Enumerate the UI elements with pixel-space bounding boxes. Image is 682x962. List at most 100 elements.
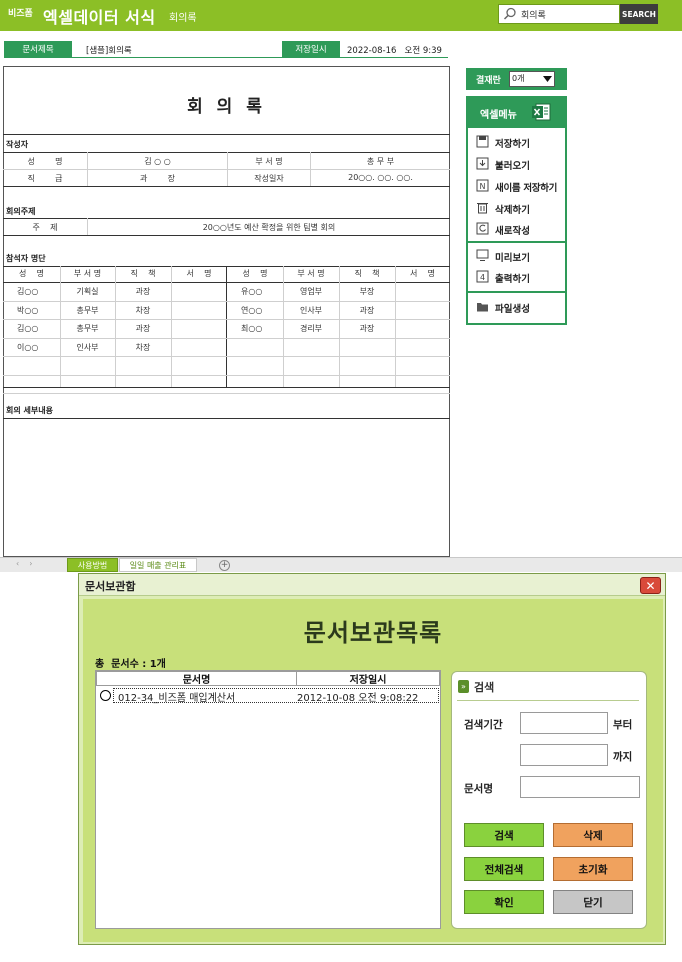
dialog-titlebar bbox=[79, 574, 665, 596]
save-as-icon: N bbox=[476, 179, 489, 192]
author-table-bottom bbox=[3, 186, 450, 187]
attendee-row-line bbox=[3, 375, 450, 376]
author-dept-label: 부 서 명 bbox=[255, 157, 283, 166]
search-button[interactable]: 검색 bbox=[464, 823, 544, 847]
svg-text:4: 4 bbox=[480, 273, 485, 282]
attendee-cell: 김○○ bbox=[17, 287, 39, 296]
dialog-heading: 문서보관목록 bbox=[303, 619, 443, 647]
attendee-col-line bbox=[395, 266, 396, 387]
author-rank-label: 직 급 bbox=[27, 174, 63, 183]
menu-new-label: 새로작성 bbox=[495, 226, 530, 237]
attendee-cell: 유○○ bbox=[241, 287, 263, 296]
period-from-input[interactable] bbox=[520, 712, 608, 734]
author-name-value: 김 ○ ○ bbox=[144, 157, 171, 166]
attendee-cell: 총무부 bbox=[76, 306, 99, 315]
attendees-table-bottom bbox=[3, 387, 450, 388]
sheet-tab-usage[interactable]: 사용방법 bbox=[67, 558, 118, 572]
attendee-header-cell: 서 명 bbox=[410, 269, 435, 278]
dialog-title: 문서보관함 bbox=[85, 580, 136, 593]
doc-subtitle: 회의록 bbox=[169, 13, 197, 24]
attendee-row-line bbox=[3, 319, 450, 320]
author-date-value: 20○○. ○○. ○○. bbox=[348, 173, 413, 182]
attendees-section-title: 참석자 명단 bbox=[6, 254, 46, 263]
document-heading: 회 의 록 bbox=[187, 97, 266, 117]
list-item-saved: 2012-10-08 오전 9:08:22 bbox=[297, 693, 419, 704]
period-label: 검색기간 bbox=[464, 719, 503, 731]
attendee-header-cell: 부 서 명 bbox=[297, 269, 325, 278]
preview-icon bbox=[476, 249, 489, 261]
add-sheet-icon[interactable]: + bbox=[219, 560, 230, 571]
attendee-cell: 김○○ bbox=[17, 324, 39, 333]
app-title: 엑셀데이터 서식 bbox=[43, 8, 156, 27]
period-to-suffix: 까지 bbox=[613, 751, 633, 763]
attendee-row-line bbox=[3, 393, 450, 394]
search-input-value: 회의록 bbox=[521, 11, 546, 21]
sheet-tab-scroll-arrows[interactable]: ‹› bbox=[16, 559, 42, 568]
sheet-tab-daily-sales[interactable]: 일일 매출 관리표 bbox=[119, 558, 197, 572]
details-section-title: 회의 세부내용 bbox=[6, 406, 53, 415]
close-button[interactable]: 닫기 bbox=[553, 890, 633, 914]
doc-title-value: [샘플]회의록 bbox=[86, 46, 132, 56]
folder-icon bbox=[477, 303, 488, 312]
saved-date-label: 저장일시 bbox=[282, 41, 340, 57]
confirm-button[interactable]: 확인 bbox=[464, 890, 544, 914]
attendee-cell: 인사부 bbox=[299, 306, 323, 315]
list-header-name[interactable]: 문서명 bbox=[96, 671, 297, 686]
attendee-cell: 과장 bbox=[359, 324, 375, 333]
trash-icon bbox=[477, 203, 488, 214]
delete-button[interactable]: 삭제 bbox=[553, 823, 633, 847]
attendee-cell: 총무부 bbox=[76, 324, 99, 333]
doc-name-label: 문서명 bbox=[464, 783, 493, 795]
attendee-cell: 최○○ bbox=[241, 324, 263, 333]
attendee-header-cell: 서 명 bbox=[186, 269, 212, 278]
attendee-cell: 이○○ bbox=[17, 343, 39, 352]
search-button[interactable]: SEARCH bbox=[620, 4, 658, 24]
topic-section-title: 회의주제 bbox=[6, 207, 36, 216]
attendee-cell: 과장 bbox=[135, 324, 151, 333]
list-item-radio[interactable] bbox=[100, 690, 111, 701]
author-name-label: 성 명 bbox=[27, 157, 63, 166]
author-rank-value: 과 장 bbox=[139, 174, 176, 183]
menu-create-file-label: 파일생성 bbox=[495, 304, 530, 315]
total-doc-count: 총 문서수 : 1개 bbox=[95, 659, 166, 670]
attendee-cell: 영업부 bbox=[299, 287, 323, 296]
search-icon bbox=[503, 7, 516, 20]
save-icon bbox=[476, 135, 489, 148]
approval-label: 결재란 bbox=[476, 76, 501, 86]
attendee-cell: 차장 bbox=[135, 306, 151, 315]
attendee-row-line bbox=[3, 282, 450, 283]
excel-menu-title: 엑셀메뉴 bbox=[480, 110, 517, 121]
list-header-saved[interactable]: 저장일시 bbox=[296, 671, 440, 686]
menu-save-label: 저장하기 bbox=[495, 139, 530, 150]
author-section-title: 작성자 bbox=[6, 140, 29, 149]
search-panel-title: 검색 bbox=[474, 681, 495, 694]
load-icon bbox=[476, 157, 489, 170]
reset-button[interactable]: 초기화 bbox=[553, 857, 633, 881]
doc-name-input[interactable] bbox=[520, 776, 640, 798]
brand-logo: 비즈폼 bbox=[8, 9, 33, 19]
author-date-label: 작성일자 bbox=[254, 174, 284, 183]
period-to-input[interactable] bbox=[520, 744, 608, 766]
list-item-name: 012-34_비즈폼 매입계산서 bbox=[118, 693, 236, 704]
topic-table-bottom bbox=[3, 235, 450, 236]
menu-load-label: 불러오기 bbox=[495, 161, 530, 172]
search-all-button[interactable]: 전체검색 bbox=[464, 857, 544, 881]
attendee-cell: 경리부 bbox=[299, 324, 323, 333]
topic-label: 주 제 bbox=[32, 223, 58, 232]
search-panel-divider bbox=[457, 700, 639, 701]
document-list[interactable] bbox=[95, 670, 441, 929]
attendee-col-line bbox=[171, 266, 172, 387]
menu-save-as-label: 새이름 저장하기 bbox=[495, 183, 558, 194]
excel-icon bbox=[532, 103, 551, 121]
saved-date-value: 2022-08-16 오전 9:39 bbox=[347, 46, 442, 56]
chevron-down-icon[interactable] bbox=[541, 72, 554, 86]
attendee-cell: 기획실 bbox=[76, 287, 99, 296]
close-icon[interactable]: ✕ bbox=[640, 577, 661, 594]
menu-delete-label: 삭제하기 bbox=[495, 205, 530, 216]
menu-print-label: 출력하기 bbox=[495, 274, 530, 285]
attendee-header-cell: 직 책 bbox=[130, 269, 156, 278]
attendee-header-cell: 직 책 bbox=[354, 269, 380, 278]
print-icon: 4 bbox=[476, 270, 489, 283]
attendees-center-div bbox=[226, 266, 227, 387]
svg-text:N: N bbox=[480, 182, 486, 191]
